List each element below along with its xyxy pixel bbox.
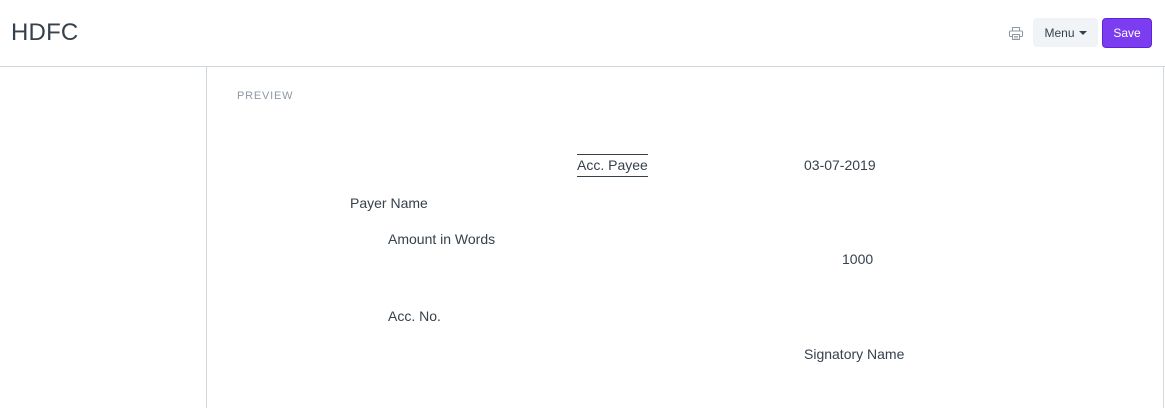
page-title: HDFC <box>11 19 79 46</box>
print-button[interactable] <box>1005 22 1027 44</box>
sidebar <box>0 67 206 408</box>
printer-icon <box>1009 26 1023 40</box>
account-number: Acc. No. <box>388 308 441 324</box>
caret-down-icon <box>1078 31 1087 35</box>
menu-button[interactable]: Menu <box>1033 18 1098 47</box>
acc-payee-label: Acc. Payee <box>577 154 648 177</box>
save-button[interactable]: Save <box>1102 18 1152 48</box>
section-label-preview: PREVIEW <box>237 90 294 102</box>
amount-in-words: Amount in Words <box>388 231 496 247</box>
cheque-preview-panel: PREVIEW Acc. Payee 03-07-2019 Payer Name… <box>206 67 1164 408</box>
page-header: HDFC Menu Save <box>0 0 1165 67</box>
payer-name: Payer Name <box>350 195 428 211</box>
amount-value: 1000 <box>842 251 874 267</box>
signatory-name: Signatory Name <box>804 346 905 362</box>
cheque-date: 03-07-2019 <box>804 157 876 173</box>
menu-button-label: Menu <box>1044 25 1075 40</box>
